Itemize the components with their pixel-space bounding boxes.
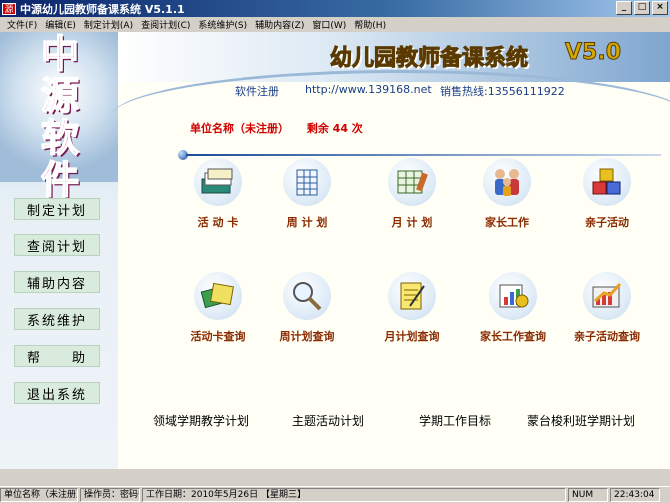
menu-system[interactable]: 系统维护(S) (194, 18, 251, 31)
feature-monthly-plan[interactable]: 月 计 划 (362, 158, 462, 230)
register-link[interactable]: 软件注册 (235, 83, 279, 99)
blocks-icon (583, 158, 631, 206)
window-title: 中源幼儿园教师备课系统 V5.1.1 (20, 2, 185, 16)
remaining-count: 剩余 44 次 (306, 122, 363, 135)
notepad-icon (388, 272, 436, 320)
feature-label: 月计划查询 (384, 330, 440, 343)
feature-label: 亲子活动查询 (574, 330, 640, 343)
nav-exit-button[interactable]: 退出系统 (14, 382, 100, 404)
plan-semester-goals[interactable]: 学期工作目标 (419, 412, 491, 429)
divider (186, 154, 661, 156)
activity-card-icon (194, 158, 242, 206)
parents-icon (483, 158, 531, 206)
status-num: NUM (568, 488, 608, 502)
nav-make-plan-button[interactable]: 制定计划 (14, 198, 100, 220)
logo-char: 件 (40, 157, 80, 202)
menu-help[interactable]: 帮助(H) (350, 18, 390, 31)
nav-system-button[interactable]: 系统维护 (14, 308, 100, 330)
monthly-plan-icon (388, 158, 436, 206)
feature-label: 活 动 卡 (197, 216, 239, 229)
nav-aux-content-button[interactable]: 辅助内容 (14, 271, 100, 293)
status-bar: 单位名称（未注册） 操作员：密码* 工作日期：2010年5月26日 【星期三】 … (0, 486, 670, 503)
app-icon: 源 (2, 2, 16, 15)
minimize-button[interactable]: _ (616, 1, 632, 15)
feature-weekly-plan[interactable]: 周 计 划 (257, 158, 357, 230)
feature-label: 家长工作 (485, 216, 529, 229)
logo-char: 软 (40, 115, 80, 160)
website-link[interactable]: http://www.139168.net (305, 83, 432, 96)
nav-view-plan-button[interactable]: 查阅计划 (14, 234, 100, 256)
feature-parents-search[interactable]: 家长工作查询 (463, 272, 563, 344)
status-unit: 单位名称（未注册） (0, 488, 78, 502)
banner-version: V5.0 (565, 40, 622, 66)
feature-label: 周计划查询 (279, 330, 335, 343)
feature-monthly-search[interactable]: 月计划查询 (362, 272, 462, 344)
plan-montessori[interactable]: 蒙台梭利班学期计划 (527, 412, 635, 429)
nav-help-button[interactable]: 帮 助 (14, 345, 100, 367)
status-date: 工作日期：2010年5月26日 【星期三】 (142, 488, 566, 502)
status-time: 22:43:04 (610, 488, 660, 502)
feature-parent-child-search[interactable]: 亲子活动查询 (557, 272, 657, 344)
feature-weekly-search[interactable]: 周计划查询 (257, 272, 357, 344)
feature-activity-card-search[interactable]: 活动卡查询 (168, 272, 268, 344)
menu-window[interactable]: 窗口(W) (308, 18, 350, 31)
logo-char: 源 (40, 73, 80, 118)
feature-label: 亲子活动 (585, 216, 629, 229)
magnifier-icon (283, 272, 331, 320)
banner-title: 幼儿园教师备课系统 (329, 45, 529, 72)
feature-label: 月 计 划 (391, 216, 433, 229)
title-bar: 源 中源幼儿园教师备课系统 V5.1.1 _ □ × (0, 0, 670, 17)
menu-aux[interactable]: 辅助内容(Z) (251, 18, 308, 31)
status-operator: 操作员：密码* (80, 488, 140, 502)
left-panel: 中 源 软 件 制定计划 查阅计划 辅助内容 系统维护 帮 助 退出系统 (0, 32, 118, 469)
org-name: 单位名称（未注册） (190, 122, 289, 135)
chart-icon (583, 272, 631, 320)
hotline-text: 销售热线:13556111922 (440, 85, 565, 98)
report-icon (489, 272, 537, 320)
menu-edit[interactable]: 编辑(E) (41, 18, 80, 31)
maximize-button[interactable]: □ (634, 1, 650, 15)
feature-label: 周 计 划 (286, 216, 328, 229)
feature-parent-child[interactable]: 亲子活动 (557, 158, 657, 230)
plan-theme-activity[interactable]: 主题活动计划 (292, 412, 364, 429)
org-info: 单位名称（未注册） 剩余 44 次 (190, 120, 377, 136)
menu-file[interactable]: 文件(F) (3, 18, 41, 31)
feature-label: 家长工作查询 (480, 330, 546, 343)
menu-view-plan[interactable]: 查阅计划(C) (137, 18, 194, 31)
close-button[interactable]: × (652, 1, 668, 15)
feature-parents-work[interactable]: 家长工作 (457, 158, 557, 230)
client-area: 中 源 软 件 制定计划 查阅计划 辅助内容 系统维护 帮 助 退出系统 幼儿园… (0, 32, 670, 469)
card-search-icon (194, 272, 242, 320)
menu-make-plan[interactable]: 制定计划(A) (80, 18, 137, 31)
feature-activity-card[interactable]: 活 动 卡 (168, 158, 268, 230)
window-controls: _ □ × (616, 1, 668, 15)
feature-label: 活动卡查询 (190, 330, 246, 343)
logo-char: 中 (40, 32, 80, 76)
weekly-plan-icon (283, 158, 331, 206)
menu-bar: 文件(F) 编辑(E) 制定计划(A) 查阅计划(C) 系统维护(S) 辅助内容… (0, 17, 670, 32)
plan-domain-semester[interactable]: 领域学期教学计划 (153, 412, 249, 429)
